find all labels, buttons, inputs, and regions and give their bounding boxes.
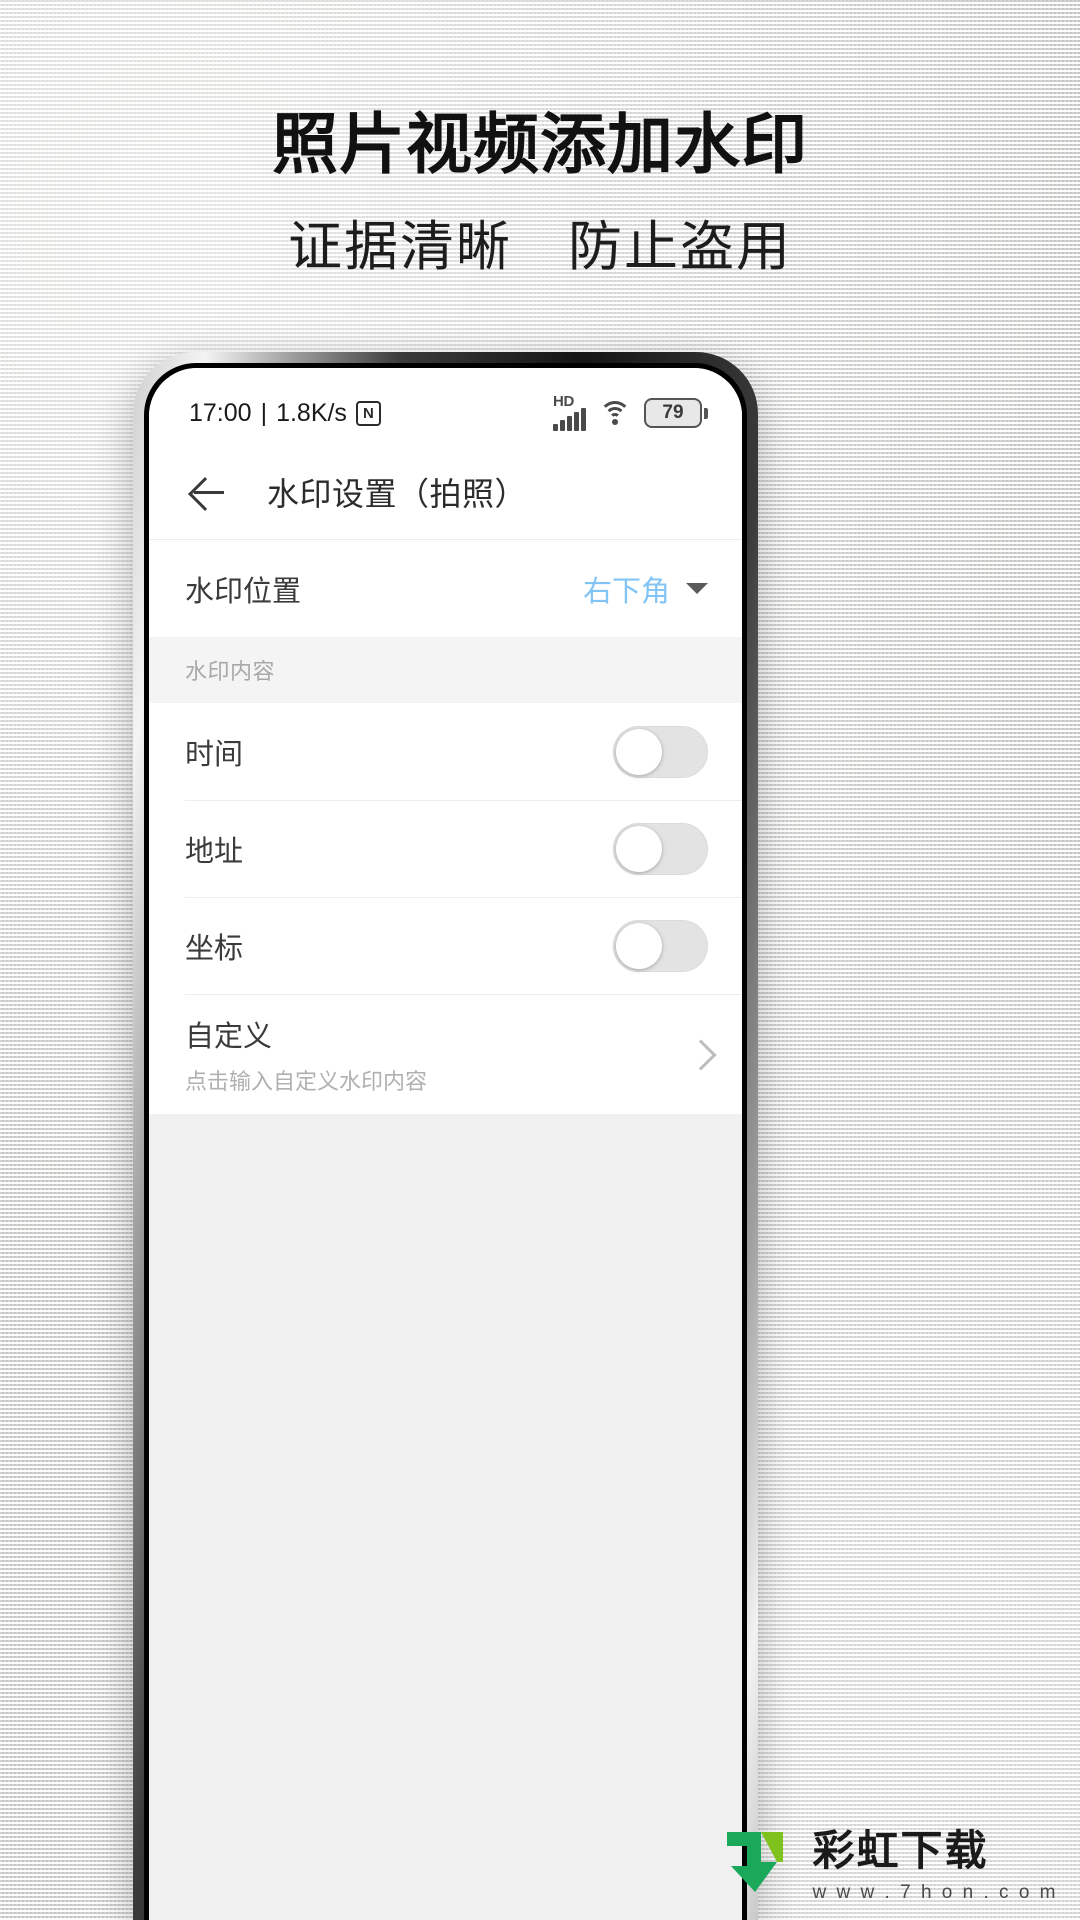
chevron-down-icon[interactable] xyxy=(686,583,708,594)
row-label: 自定义 xyxy=(185,1020,273,1053)
watermark-url: w w w . 7 h o n . c o m xyxy=(812,1882,1058,1903)
list-empty-area xyxy=(149,1114,742,1920)
site-watermark: 彩虹下载 w w w . 7 h o n . c o m xyxy=(721,1817,1058,1904)
section-header-watermark-content: 水印内容 xyxy=(149,637,742,703)
status-bar-right: HD 79 xyxy=(553,392,708,431)
page-title: 照片视频添加水印 xyxy=(272,107,808,181)
page-subtitle: 证据清晰 防止盗用 xyxy=(288,216,792,277)
status-separator: | xyxy=(260,398,268,427)
toggle-address[interactable] xyxy=(613,822,708,875)
nfc-icon: N xyxy=(355,400,381,426)
status-bar-left: 17:00 | 1.8K/s N xyxy=(189,399,381,428)
hd-label: HD xyxy=(553,392,575,410)
app-bar-title: 水印设置（拍照） xyxy=(267,475,528,512)
phone-bezel: 17:00 | 1.8K/s N HD 79 水印设置（拍照） 水印位置 右下角… xyxy=(144,363,747,1920)
status-bar: 17:00 | 1.8K/s N HD 79 xyxy=(149,368,742,444)
battery-level: 79 xyxy=(644,398,702,428)
back-arrow-icon[interactable] xyxy=(185,471,227,513)
row-label: 时间 xyxy=(185,738,244,771)
rainbow-download-logo-icon xyxy=(721,1822,799,1900)
phone-screen: 17:00 | 1.8K/s N HD 79 水印设置（拍照） 水印位置 右下角… xyxy=(149,368,742,1920)
row-label: 水印位置 xyxy=(185,575,302,608)
row-time[interactable]: 时间 xyxy=(149,703,742,800)
signal-bars-icon: HD xyxy=(553,392,586,431)
battery-icon: 79 xyxy=(644,398,708,428)
row-label: 地址 xyxy=(185,835,244,868)
watermark-position-value: 右下角 xyxy=(582,575,670,608)
app-bar: 水印设置（拍照） xyxy=(149,444,742,540)
row-watermark-position[interactable]: 水印位置 右下角 xyxy=(149,540,742,637)
row-label: 坐标 xyxy=(185,932,244,965)
row-coordinates[interactable]: 坐标 xyxy=(149,897,742,994)
status-network-speed: 1.8K/s xyxy=(276,398,347,427)
row-sublabel: 点击输入自定义水印内容 xyxy=(185,1068,428,1094)
row-custom-text: 自定义 点击输入自定义水印内容 xyxy=(185,1013,427,1096)
wifi-icon xyxy=(599,401,631,425)
promo-text-block: 照片视频添加水印 证据清晰 防止盗用 xyxy=(0,0,1080,278)
row-address[interactable]: 地址 xyxy=(149,800,742,897)
row-value[interactable]: 右下角 xyxy=(583,568,708,610)
phone-mockup: 17:00 | 1.8K/s N HD 79 水印设置（拍照） 水印位置 右下角… xyxy=(133,352,758,1920)
toggle-coordinates[interactable] xyxy=(613,919,708,972)
chevron-right-icon[interactable] xyxy=(688,1044,708,1064)
row-custom[interactable]: 自定义 点击输入自定义水印内容 xyxy=(149,994,742,1114)
settings-list: 水印位置 右下角 水印内容 时间 地址 坐标 自定义 点击输入自定义水印内容 xyxy=(149,540,742,1114)
status-time: 17:00 xyxy=(189,398,252,427)
watermark-text: 彩虹下载 w w w . 7 h o n . c o m xyxy=(813,1817,1058,1904)
toggle-time[interactable] xyxy=(613,725,708,778)
watermark-title: 彩虹下载 xyxy=(812,1827,989,1874)
